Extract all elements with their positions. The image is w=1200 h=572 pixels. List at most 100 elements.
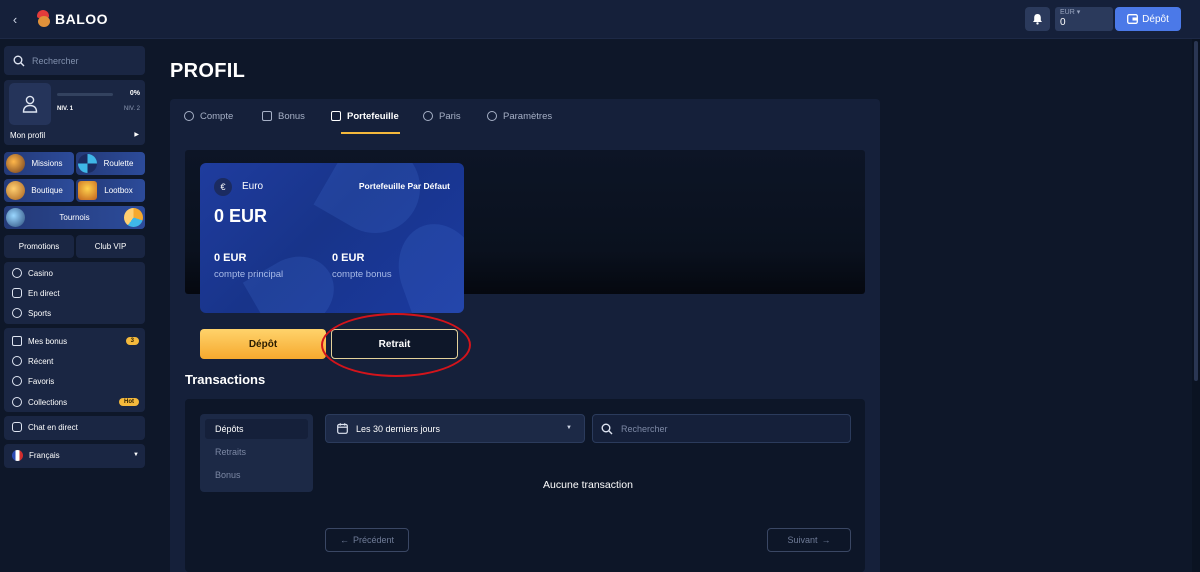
- balance-value: 0: [1060, 17, 1066, 28]
- missions-tile[interactable]: Missions: [4, 152, 74, 175]
- previous-page-button[interactable]: ← Précédent: [325, 528, 409, 552]
- shop-icon: [6, 181, 25, 200]
- arrow-right-icon: →: [821, 535, 831, 545]
- missions-label: Missions: [31, 159, 63, 168]
- balance-selector[interactable]: EUR ▾ 0: [1055, 7, 1113, 31]
- sidebar-item-label: Mes bonus: [28, 336, 68, 346]
- top-bar: ‹ BALOO EUR ▾ 0 Dépôt: [0, 0, 1200, 39]
- page-title: PROFIL: [170, 60, 246, 82]
- sidebar-item-label: Collections: [28, 397, 68, 407]
- next-label: Suivant: [787, 535, 818, 545]
- sidebar-item-recent[interactable]: Récent: [12, 356, 53, 366]
- highlight-circle: [321, 313, 471, 377]
- previous-label: Précédent: [352, 535, 395, 545]
- bonus-account-label: compte bonus: [332, 269, 392, 280]
- page-scrollbar[interactable]: [1192, 39, 1200, 572]
- search-icon: [601, 423, 613, 434]
- tab-portefeuille[interactable]: Portefeuille: [331, 99, 399, 133]
- promotions-button[interactable]: Promotions: [4, 235, 74, 258]
- chevron-down-icon: ▼: [133, 452, 139, 458]
- tournois-label: Tournois: [59, 213, 90, 222]
- my-profile-link[interactable]: Mon profil: [10, 131, 45, 140]
- sidebar-item-collections[interactable]: Collections: [12, 397, 67, 407]
- next-page-button[interactable]: Suivant →: [767, 528, 851, 552]
- tab-label: Paris: [439, 110, 461, 122]
- chip-icon: [423, 111, 433, 121]
- wallet-card[interactable]: € Euro Portefeuille Par Défaut 0 EUR 0 E…: [200, 163, 464, 313]
- tab-paris[interactable]: Paris: [423, 99, 461, 133]
- deposit-button[interactable]: Dépôt: [200, 329, 326, 359]
- live-icon: [12, 288, 22, 298]
- transaction-type-filter: Dépôts Retraits Bonus: [200, 414, 313, 492]
- sidebar-item-casino[interactable]: Casino: [12, 268, 53, 278]
- sidebar-item-en-direct[interactable]: En direct: [12, 288, 60, 298]
- collections-icon: [12, 397, 22, 407]
- period-dropdown[interactable]: Les 30 derniers jours ▼: [325, 414, 585, 443]
- tab-compte[interactable]: Compte: [184, 99, 233, 133]
- club-vip-label: Club VIP: [94, 242, 127, 251]
- default-wallet-label: Portefeuille Par Défaut: [358, 181, 450, 191]
- filter-label: Dépôts: [215, 424, 244, 434]
- sidebar-item-chat[interactable]: Chat en direct: [12, 422, 78, 432]
- sidebar-item-favoris[interactable]: Favoris: [12, 376, 54, 386]
- deposit-label: Dépôt: [248, 338, 278, 350]
- xp-progress-bar: [57, 93, 113, 96]
- balance-currency: EUR ▾: [1060, 9, 1081, 16]
- avatar[interactable]: [9, 83, 51, 125]
- bonus-count-badge: 3: [125, 337, 139, 345]
- filter-retraits[interactable]: Retraits: [205, 442, 308, 462]
- gear-icon: [487, 111, 497, 121]
- sidebar-item-label: Récent: [28, 356, 54, 366]
- sidebar-item-mes-bonus[interactable]: Mes bonus: [12, 336, 67, 346]
- roulette-label: Roulette: [103, 159, 134, 168]
- wallet-currency-name: Euro: [242, 181, 264, 192]
- notifications-button[interactable]: [1025, 7, 1050, 31]
- tab-bonus[interactable]: Bonus: [262, 99, 305, 133]
- clock-icon: [12, 356, 22, 366]
- lootbox-label: Lootbox: [104, 186, 133, 195]
- language-current: Français: [12, 450, 60, 461]
- filter-bonus[interactable]: Bonus: [205, 465, 308, 485]
- sidebar-personal-group: Mes bonus 3 Récent Favoris Collections H…: [4, 328, 145, 412]
- filter-depots[interactable]: Dépôts: [205, 419, 308, 439]
- heart-icon: [12, 376, 22, 386]
- transaction-search-placeholder: Rechercher: [621, 423, 668, 434]
- boutique-label: Boutique: [31, 186, 63, 195]
- sidebar-nav-group: Casino En direct Sports: [4, 262, 145, 324]
- transactions-title: Transactions: [185, 372, 266, 387]
- hot-badge: Hot: [119, 398, 139, 406]
- back-chevron-icon[interactable]: ‹: [6, 9, 24, 29]
- chevron-right-icon: ▶: [134, 132, 139, 138]
- user-icon: [22, 95, 38, 113]
- lootbox-tile[interactable]: Lootbox: [76, 179, 145, 202]
- sidebar-item-sports[interactable]: Sports: [12, 308, 51, 318]
- wallet-icon: [1127, 14, 1139, 24]
- header-deposit-button[interactable]: Dépôt: [1115, 7, 1181, 31]
- boutique-tile[interactable]: Boutique: [4, 179, 74, 202]
- scrollbar-thumb[interactable]: [1194, 41, 1198, 381]
- missions-icon: [6, 154, 25, 173]
- sidebar-search[interactable]: Rechercher: [4, 46, 145, 75]
- profile-card: 0% NIV. 1 NIV. 2 Mon profil ▶: [4, 80, 145, 145]
- casino-icon: [12, 268, 22, 278]
- sidebar-item-label: Chat en direct: [28, 422, 78, 432]
- empty-transactions-message: Aucune transaction: [543, 479, 633, 491]
- tab-label: Paramètres: [503, 110, 553, 122]
- logo[interactable]: BALOO: [36, 10, 108, 28]
- level-current: NIV. 1: [57, 106, 74, 112]
- gift-icon: [262, 111, 272, 121]
- club-vip-button[interactable]: Club VIP: [76, 235, 145, 258]
- language-label: Français: [29, 451, 60, 460]
- active-tab-indicator: [341, 132, 400, 134]
- tab-parametres[interactable]: Paramètres: [487, 99, 552, 133]
- roulette-tile[interactable]: Roulette: [76, 152, 145, 175]
- sidebar-search-placeholder: Rechercher: [32, 55, 79, 66]
- tournois-tile[interactable]: Tournois: [4, 206, 145, 229]
- tournament-icon: [6, 208, 25, 227]
- gift-box-icon: [78, 181, 97, 200]
- sidebar-item-label: Sports: [28, 308, 52, 318]
- transaction-search-input[interactable]: Rechercher: [592, 414, 851, 443]
- language-selector[interactable]: Français ▼: [4, 444, 145, 468]
- arrow-left-icon: ←: [339, 535, 349, 545]
- tab-label: Portefeuille: [347, 110, 399, 122]
